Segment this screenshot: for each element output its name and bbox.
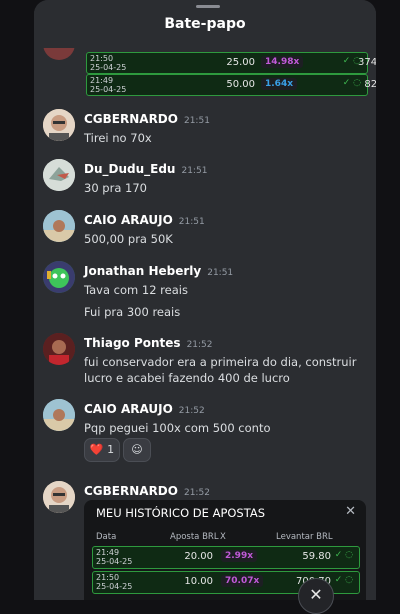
- message-text: Fui pra 300 reais: [84, 305, 181, 319]
- close-chat-button[interactable]: ✕: [298, 578, 334, 614]
- bet-date: 21:50 25-04-25: [90, 54, 127, 72]
- avatar[interactable]: [43, 109, 75, 141]
- add-reaction-button[interactable]: ☺: [123, 438, 151, 462]
- check-icon: ✓ ◌: [342, 56, 361, 66]
- message-text: 30 pra 170: [84, 181, 147, 195]
- message-author[interactable]: CGBERNARDO: [84, 112, 178, 126]
- message-author[interactable]: Du_Dudu_Edu: [84, 162, 175, 176]
- message: CAIO ARAUJO 21:52 Pqp peguei 100x com 500…: [84, 398, 271, 436]
- reaction-count: 1: [107, 443, 115, 456]
- column-header-date: Data: [96, 532, 117, 542]
- avatar[interactable]: [43, 399, 75, 431]
- user-avatar-icon: [43, 481, 75, 513]
- message-text: Tava com 12 reais: [84, 283, 188, 297]
- message: CAIO ARAUJO 21:51 500,00 pra 50K: [84, 209, 205, 247]
- message-text: Tirei no 70x: [84, 131, 152, 145]
- bet-cashout: 59.80: [302, 551, 331, 562]
- reaction-heart[interactable]: ❤️ 1: [84, 438, 120, 462]
- user-avatar-icon: [43, 159, 75, 191]
- card-title: MEU HISTÓRICO DE APOSTAS: [96, 506, 266, 520]
- message-author[interactable]: Thiago Pontes: [84, 336, 181, 350]
- avatar[interactable]: [43, 159, 75, 191]
- heart-icon: ❤️: [89, 443, 104, 456]
- message-author[interactable]: Jonathan Heberly: [84, 264, 201, 278]
- bet-multiplier: 70.07x: [221, 575, 264, 587]
- check-icon: ✓ ◌: [334, 575, 353, 585]
- user-avatar-icon: [43, 399, 75, 431]
- chat-sheet: 21:50 25-04-25 25.00 14.98x 374.00 ✓ ◌ 2…: [34, 0, 376, 600]
- bet-date: 21:50 25-04-25: [96, 573, 133, 591]
- message-feed[interactable]: 21:50 25-04-25 25.00 14.98x 374.00 ✓ ◌ 2…: [34, 0, 376, 600]
- message-text: 500,00 pra 50K: [84, 232, 173, 246]
- avatar[interactable]: [43, 333, 75, 365]
- bet-history-row: 21:49 25-04-25 20.00 2.99x 59.80 ✓ ◌: [92, 546, 360, 569]
- message-time: 21:52: [178, 406, 205, 416]
- user-avatar-icon: [43, 109, 75, 141]
- smiley-icon: ☺: [131, 443, 143, 456]
- message-author[interactable]: CGBERNARDO: [84, 484, 178, 498]
- bet-cashout: 82.00: [364, 79, 376, 90]
- bet-history-row: 21:50 25-04-25 25.00 14.98x 374.00 ✓ ◌: [86, 52, 376, 74]
- bet-amount: 25.00: [226, 57, 255, 68]
- message-text: lucro e acabei fazendo 400 de lucro: [84, 371, 290, 385]
- message-time: 21:52: [186, 340, 213, 350]
- column-header-bet: Aposta BRL: [170, 532, 219, 542]
- bet-amount: 20.00: [184, 551, 213, 562]
- user-avatar-icon: [43, 261, 75, 293]
- user-avatar-icon: [43, 210, 75, 242]
- message: Du_Dudu_Edu 21:51 30 pra 170: [84, 158, 207, 196]
- message-author[interactable]: CAIO ARAUJO: [84, 213, 173, 227]
- check-icon: ✓ ◌: [334, 550, 353, 560]
- message-text: fui conservador era a primeira do dia, c…: [84, 355, 357, 369]
- column-header-mult: X: [220, 532, 226, 542]
- message-text: Pqp peguei 100x com 500 conto: [84, 421, 271, 435]
- message: Jonathan Heberly 21:51 Tava com 12 reais …: [84, 260, 233, 320]
- bet-multiplier: 1.64x: [261, 78, 298, 90]
- avatar[interactable]: [43, 210, 75, 242]
- bet-multiplier: 14.98x: [261, 56, 304, 68]
- message: CGBERNARDO 21:51 Tirei no 70x: [84, 108, 210, 146]
- close-icon[interactable]: ✕: [345, 504, 356, 519]
- bet-date: 21:49 25-04-25: [96, 548, 133, 566]
- bet-amount: 50.00: [226, 79, 255, 90]
- bet-amount: 10.00: [184, 576, 213, 587]
- message: CGBERNARDO 21:52: [84, 480, 210, 499]
- message-time: 21:51: [181, 166, 208, 176]
- message-time: 21:51: [183, 116, 210, 126]
- message-time: 21:51: [207, 268, 234, 278]
- check-icon: ✓ ◌: [342, 78, 361, 88]
- message: Thiago Pontes 21:52 fui conservador era a…: [84, 332, 356, 386]
- message-time: 21:51: [178, 217, 205, 227]
- avatar[interactable]: [43, 481, 75, 513]
- user-avatar-icon: [43, 333, 75, 365]
- message-time: 21:52: [183, 488, 210, 498]
- bet-history-row: 21:49 25-04-25 50.00 1.64x 82.00 ✓ ◌: [86, 74, 376, 96]
- avatar[interactable]: [43, 261, 75, 293]
- bet-cashout: 374.00: [358, 57, 376, 68]
- column-header-cash: Levantar BRL: [276, 532, 333, 542]
- close-icon: ✕: [309, 585, 323, 604]
- bet-multiplier: 2.99x: [221, 550, 258, 562]
- drag-handle[interactable]: [196, 5, 220, 8]
- message-author[interactable]: CAIO ARAUJO: [84, 402, 173, 416]
- bet-date: 21:49 25-04-25: [90, 76, 127, 94]
